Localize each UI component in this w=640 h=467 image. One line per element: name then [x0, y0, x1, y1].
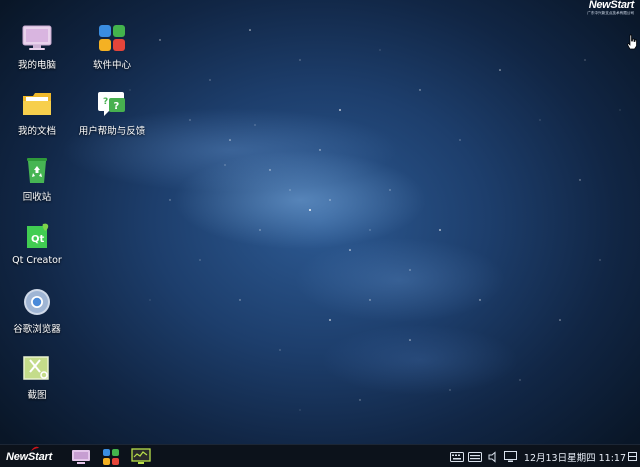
computer-icon: [72, 449, 90, 464]
start-logo-icon: [31, 446, 39, 451]
system-monitor-icon: [131, 448, 151, 464]
taskbar-system-monitor-button[interactable]: [126, 445, 156, 467]
icon-label: 软件中心: [92, 60, 131, 71]
desktop-icon-qt-creator[interactable]: Qt Qt Creator: [0, 220, 74, 266]
tray-keyboard-button[interactable]: [448, 445, 466, 467]
icon-label: 回收站: [22, 192, 52, 203]
system-tray: 12月13日星期四 11:17: [448, 445, 640, 467]
svg-text:?: ?: [114, 101, 120, 112]
display-icon: [504, 450, 518, 462]
icon-label: 我的电脑: [17, 60, 56, 71]
tray-display-button[interactable]: [502, 445, 520, 467]
icon-label: 用户帮助与反馈: [78, 126, 146, 137]
svg-text:Qt: Qt: [31, 234, 45, 245]
start-button[interactable]: NewStart: [0, 445, 58, 467]
icon-label: Qt Creator: [12, 255, 62, 266]
desktop: NewStart 广东中兴新支点技术有限公司 我的电脑 我的文档 回收站 Qt …: [0, 0, 640, 467]
icon-label: 我的文档: [17, 126, 56, 137]
show-desktop-button[interactable]: [626, 445, 638, 467]
clock[interactable]: 12月13日星期四 11:17: [524, 450, 626, 464]
desktop-icon-help-feedback[interactable]: ? ? 用户帮助与反馈: [75, 88, 149, 137]
qt-creator-icon: Qt: [21, 220, 53, 252]
chrome-browser-icon: [21, 286, 53, 318]
help-feedback-icon: ? ?: [96, 88, 128, 120]
brand-subtitle: 广东中兴新支点技术有限公司: [587, 11, 634, 15]
documents-folder-icon: [21, 88, 53, 120]
screenshot-icon: [21, 352, 53, 384]
software-center-icon: [96, 22, 128, 54]
taskbar-software-center-button[interactable]: [96, 445, 126, 467]
computer-icon: [21, 22, 53, 54]
icon-label: 谷歌浏览器: [13, 324, 61, 335]
desktop-icon-my-computer[interactable]: 我的电脑: [0, 22, 74, 71]
tray-volume-button[interactable]: [484, 445, 502, 467]
input-method-icon: [467, 451, 482, 462]
svg-text:?: ?: [103, 97, 108, 107]
desktop-icon-chrome[interactable]: 谷歌浏览器: [0, 286, 74, 335]
keyboard-icon: [449, 451, 464, 462]
start-label: NewStart: [5, 450, 53, 463]
desktop-icon-screenshot[interactable]: 截图: [0, 352, 74, 401]
brand-name: NewStart: [588, 0, 635, 11]
desktop-icon-recycle-bin[interactable]: 回收站: [0, 154, 74, 203]
desktop-icon-software-center[interactable]: 软件中心: [75, 22, 149, 71]
volume-icon: [488, 450, 496, 463]
taskbar: NewStart 12月13日星期四 11:17: [0, 444, 640, 467]
icon-label: 截图: [27, 390, 47, 401]
brand-logo: NewStart 广东中兴新支点技术有限公司: [587, 0, 634, 16]
tray-input-method-button[interactable]: [466, 445, 484, 467]
software-center-icon: [103, 448, 119, 465]
desktop-icon-my-documents[interactable]: 我的文档: [0, 88, 74, 137]
recycle-bin-icon: [21, 154, 53, 186]
taskbar-computer-button[interactable]: [66, 445, 96, 467]
show-desktop-icon: [627, 452, 637, 461]
hand-cursor-icon: [627, 34, 637, 50]
